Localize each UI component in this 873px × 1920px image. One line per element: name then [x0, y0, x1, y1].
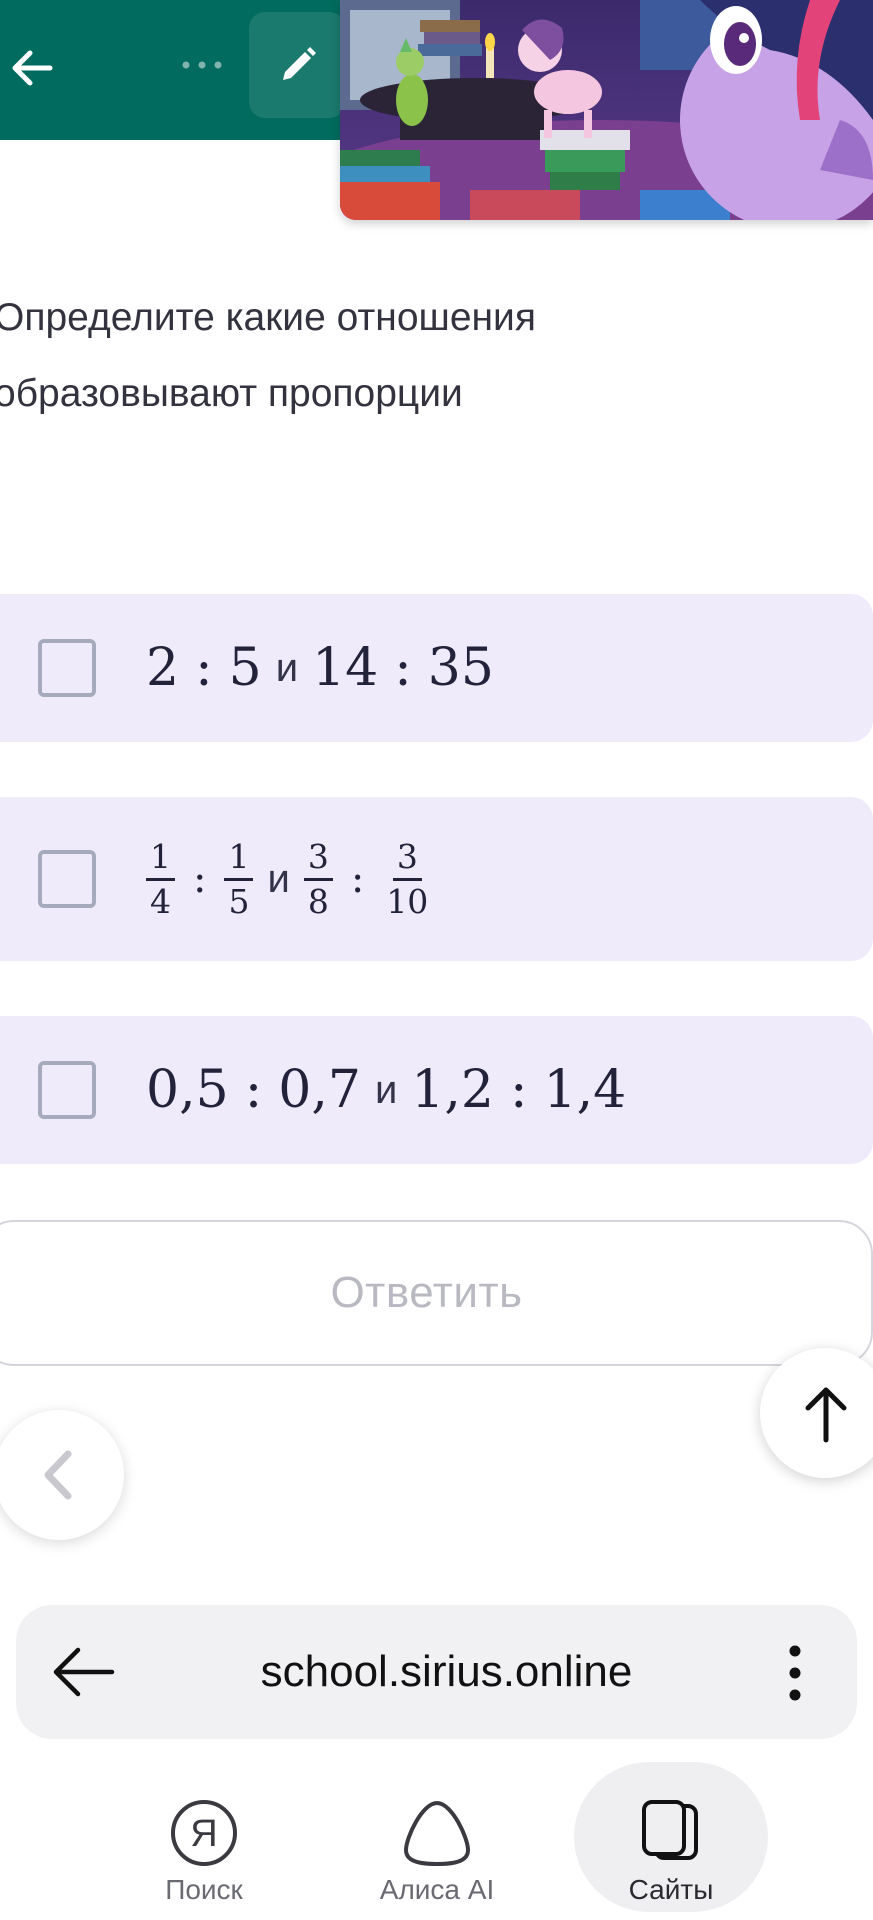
option-expression: 1 4 : 1 5 и 3 8 : 3 10: [146, 797, 432, 961]
option-checkbox[interactable]: [38, 1061, 96, 1119]
ratio-term: 0,5: [146, 1060, 229, 1120]
back-button[interactable]: [4, 40, 60, 96]
edit-button[interactable]: [249, 12, 345, 118]
yandex-search-icon: Я: [171, 1800, 237, 1866]
ratio-term: 2: [146, 638, 180, 698]
lesson-illustration: [340, 0, 873, 220]
connector-word: и: [275, 645, 299, 690]
nav-sites[interactable]: Сайты: [574, 1762, 768, 1912]
answer-option-2[interactable]: 1 4 : 1 5 и 3 8 : 3 10: [0, 797, 873, 961]
denominator: 5: [228, 881, 250, 921]
option-checkbox[interactable]: [38, 850, 96, 908]
ratio-term: 0,7: [278, 1060, 361, 1120]
numerator: 1: [146, 837, 175, 881]
option-expression: 2 : 5 и 14 : 35: [146, 594, 494, 742]
fraction: 1 5: [224, 837, 254, 921]
submit-answer-button[interactable]: Ответить: [0, 1220, 873, 1366]
arrow-up-icon: [805, 1387, 847, 1443]
scroll-top-button[interactable]: [760, 1348, 873, 1478]
chevron-left-icon: [44, 1450, 72, 1500]
pencil-icon: [283, 47, 316, 80]
nav-label: Поиск: [165, 1874, 243, 1905]
denominator: 10: [386, 881, 429, 921]
nav-alice[interactable]: Алиса AI: [347, 1762, 527, 1912]
question-line-1: Определите какие отношения: [0, 296, 536, 339]
yandex-glyph: Я: [190, 1813, 217, 1855]
more-vertical-icon: [789, 1645, 801, 1701]
ratio-sign: :: [509, 1060, 528, 1120]
browser-menu-button[interactable]: [780, 1643, 810, 1703]
arrow-left-icon: [12, 50, 53, 86]
more-horizontal-icon: [182, 61, 222, 69]
denominator: 4: [150, 881, 171, 921]
numerator: 1: [224, 837, 254, 881]
ratio-term: 1,2: [411, 1060, 494, 1120]
url-text[interactable]: school.sirius.online: [156, 1605, 737, 1739]
alice-icon: [403, 1800, 471, 1867]
option-expression: 0,5 : 0,7 и 1,2 : 1,4: [146, 1016, 626, 1164]
ratio-term: 5: [228, 638, 262, 698]
nav-label: Сайты: [628, 1874, 714, 1905]
ratio-term: 35: [427, 638, 494, 698]
fraction: 3 8: [303, 837, 333, 921]
ratio-sign: :: [394, 638, 412, 698]
ratio-sign: :: [195, 638, 213, 698]
arrow-left-icon: [53, 1647, 115, 1697]
answer-option-3[interactable]: 0,5 : 0,7 и 1,2 : 1,4: [0, 1016, 873, 1164]
denominator: 8: [307, 881, 329, 921]
browser-back-button[interactable]: [50, 1643, 116, 1701]
option-checkbox[interactable]: [38, 639, 96, 697]
sites-icon: [642, 1800, 698, 1860]
top-header: [0, 0, 345, 140]
ratio-term: 14: [312, 638, 379, 698]
fraction: 3 10: [382, 837, 432, 921]
fraction: 1 4: [146, 837, 175, 921]
nav-label: Алиса AI: [379, 1874, 495, 1905]
ratio-sign: :: [350, 856, 365, 902]
numerator: 3: [392, 837, 422, 881]
previous-button[interactable]: [0, 1410, 124, 1540]
numerator: 3: [303, 837, 333, 881]
question-line-2: образовывают пропорции: [0, 372, 463, 415]
browser-address-bar[interactable]: school.sirius.online: [16, 1605, 857, 1739]
ratio-sign: :: [244, 1060, 263, 1120]
connector-word: и: [267, 856, 290, 901]
ratio-sign: :: [193, 856, 207, 902]
connector-word: и: [374, 1067, 398, 1112]
question-text: Определите какие отношения образовывают …: [0, 280, 694, 432]
more-button[interactable]: [178, 50, 228, 80]
nav-search[interactable]: Я Поиск: [114, 1762, 294, 1912]
ratio-term: 1,4: [543, 1060, 627, 1120]
answer-option-1[interactable]: 2 : 5 и 14 : 35: [0, 594, 873, 742]
